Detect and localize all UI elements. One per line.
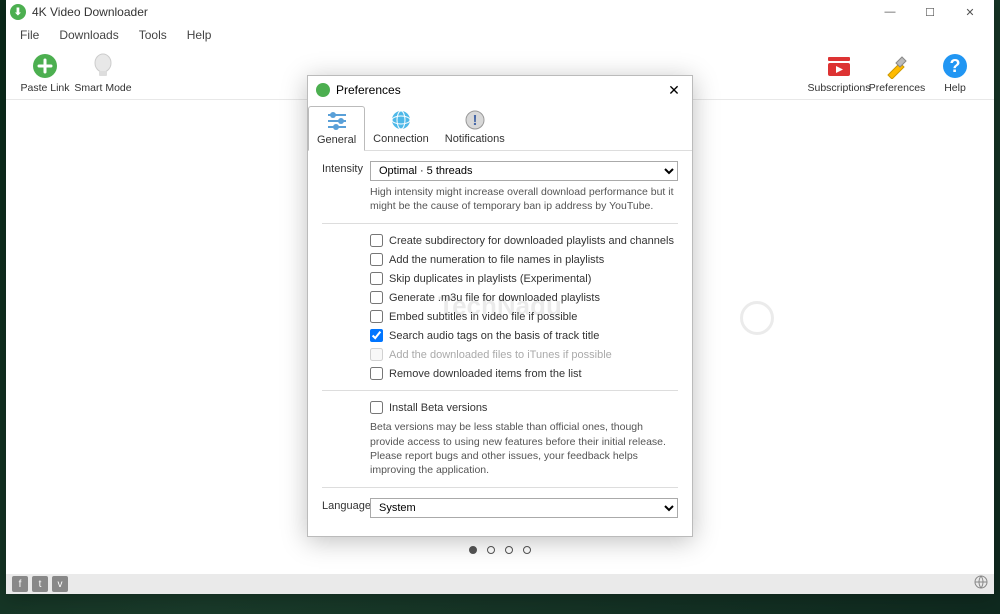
option-label: Generate .m3u file for downloaded playli… <box>389 292 600 304</box>
checkbox-row[interactable]: Generate .m3u file for downloaded playli… <box>370 291 678 304</box>
beta-checkbox-row[interactable]: Install Beta versions <box>370 401 678 414</box>
svg-text:?: ? <box>950 56 961 76</box>
smart-mode-label: Smart Mode <box>74 82 131 94</box>
option-checkbox[interactable] <box>370 291 383 304</box>
help-icon: ? <box>941 52 969 80</box>
dot-3[interactable] <box>505 546 513 554</box>
app-icon: ⬇ <box>10 4 26 20</box>
option-checkbox[interactable] <box>370 367 383 380</box>
tab-connection-label: Connection <box>373 133 429 145</box>
menu-tools[interactable]: Tools <box>131 26 175 44</box>
divider <box>322 487 678 488</box>
intensity-hint: High intensity might increase overall do… <box>370 185 678 213</box>
beta-hint: Beta versions may be less stable than of… <box>370 420 678 477</box>
globe-icon <box>390 109 412 131</box>
divider <box>322 223 678 224</box>
twitter-icon[interactable]: t <box>32 576 48 592</box>
maximize-button[interactable]: ☐ <box>910 0 950 24</box>
subscriptions-label: Subscriptions <box>807 82 870 94</box>
window-title: 4K Video Downloader <box>32 5 870 19</box>
beta-label: Install Beta versions <box>389 402 487 414</box>
checkbox-row[interactable]: Skip duplicates in playlists (Experiment… <box>370 272 678 285</box>
svg-text:!: ! <box>472 112 477 129</box>
option-checkbox[interactable] <box>370 253 383 266</box>
option-label: Add the downloaded files to iTunes if po… <box>389 349 612 361</box>
smart-mode-button[interactable]: Smart Mode <box>74 49 132 97</box>
dot-4[interactable] <box>523 546 531 554</box>
checkbox-row[interactable]: Embed subtitles in video file if possibl… <box>370 310 678 323</box>
help-button[interactable]: ? Help <box>926 49 984 97</box>
option-label: Search audio tags on the basis of track … <box>389 330 599 342</box>
titlebar: ⬇ 4K Video Downloader — ☐ ✕ <box>6 0 994 24</box>
option-checkbox[interactable] <box>370 234 383 247</box>
subscriptions-button[interactable]: Subscriptions <box>810 49 868 97</box>
option-label: Add the numeration to file names in play… <box>389 254 604 266</box>
paste-link-label: Paste Link <box>20 82 69 94</box>
language-label: Language <box>322 498 370 512</box>
option-checkbox <box>370 348 383 361</box>
pager-dots <box>469 546 531 554</box>
menubar: File Downloads Tools Help <box>6 24 994 46</box>
menu-downloads[interactable]: Downloads <box>51 26 126 44</box>
intensity-label: Intensity <box>322 161 370 175</box>
tab-connection[interactable]: Connection <box>365 106 437 150</box>
plus-icon <box>31 52 59 80</box>
option-checkbox[interactable] <box>370 310 383 323</box>
option-label: Embed subtitles in video file if possibl… <box>389 311 577 323</box>
close-button[interactable]: ✕ <box>950 0 990 24</box>
tab-notifications-label: Notifications <box>445 133 505 145</box>
bulb-icon <box>89 52 117 80</box>
option-label: Remove downloaded items from the list <box>389 368 582 380</box>
paste-link-button[interactable]: Paste Link <box>16 49 74 97</box>
subscriptions-icon <box>825 52 853 80</box>
dialog-tabs: General Connection ! Notifications <box>308 104 692 151</box>
tab-general[interactable]: General <box>308 106 365 151</box>
minimize-button[interactable]: — <box>870 0 910 24</box>
checkbox-row[interactable]: Remove downloaded items from the list <box>370 367 678 380</box>
intensity-select[interactable]: Optimal · 5 threads <box>370 161 678 181</box>
dot-1[interactable] <box>469 546 477 554</box>
language-select[interactable]: System <box>370 498 678 518</box>
option-checkbox[interactable] <box>370 329 383 342</box>
statusbar: f t v <box>6 574 994 594</box>
checkbox-row: Add the downloaded files to iTunes if po… <box>370 348 678 361</box>
preferences-label: Preferences <box>869 82 926 94</box>
tab-notifications[interactable]: ! Notifications <box>437 106 513 150</box>
dot-2[interactable] <box>487 546 495 554</box>
beta-checkbox[interactable] <box>370 401 383 414</box>
tab-general-label: General <box>317 134 356 146</box>
preferences-dialog: Preferences ✕ General Connection ! Notif… <box>307 75 693 537</box>
facebook-icon[interactable]: f <box>12 576 28 592</box>
option-label: Create subdirectory for downloaded playl… <box>389 235 674 247</box>
sliders-icon <box>326 110 348 132</box>
option-label: Skip duplicates in playlists (Experiment… <box>389 273 591 285</box>
preferences-button[interactable]: Preferences <box>868 49 926 97</box>
divider <box>322 390 678 391</box>
checkbox-row[interactable]: Search audio tags on the basis of track … <box>370 329 678 342</box>
checkbox-row[interactable]: Create subdirectory for downloaded playl… <box>370 234 678 247</box>
dialog-close-button[interactable]: ✕ <box>664 80 684 100</box>
tools-icon <box>883 52 911 80</box>
dialog-title: Preferences <box>336 83 664 97</box>
menu-help[interactable]: Help <box>179 26 220 44</box>
help-label: Help <box>944 82 966 94</box>
alert-icon: ! <box>464 109 486 131</box>
checkbox-group: Create subdirectory for downloaded playl… <box>370 234 678 380</box>
vimeo-icon[interactable]: v <box>52 576 68 592</box>
option-checkbox[interactable] <box>370 272 383 285</box>
menu-file[interactable]: File <box>12 26 47 44</box>
dialog-app-icon <box>316 83 330 97</box>
dialog-body: Intensity Optimal · 5 threads High inten… <box>308 151 692 536</box>
dialog-titlebar: Preferences ✕ <box>308 76 692 104</box>
checkbox-row[interactable]: Add the numeration to file names in play… <box>370 253 678 266</box>
globe-icon[interactable] <box>974 575 988 594</box>
